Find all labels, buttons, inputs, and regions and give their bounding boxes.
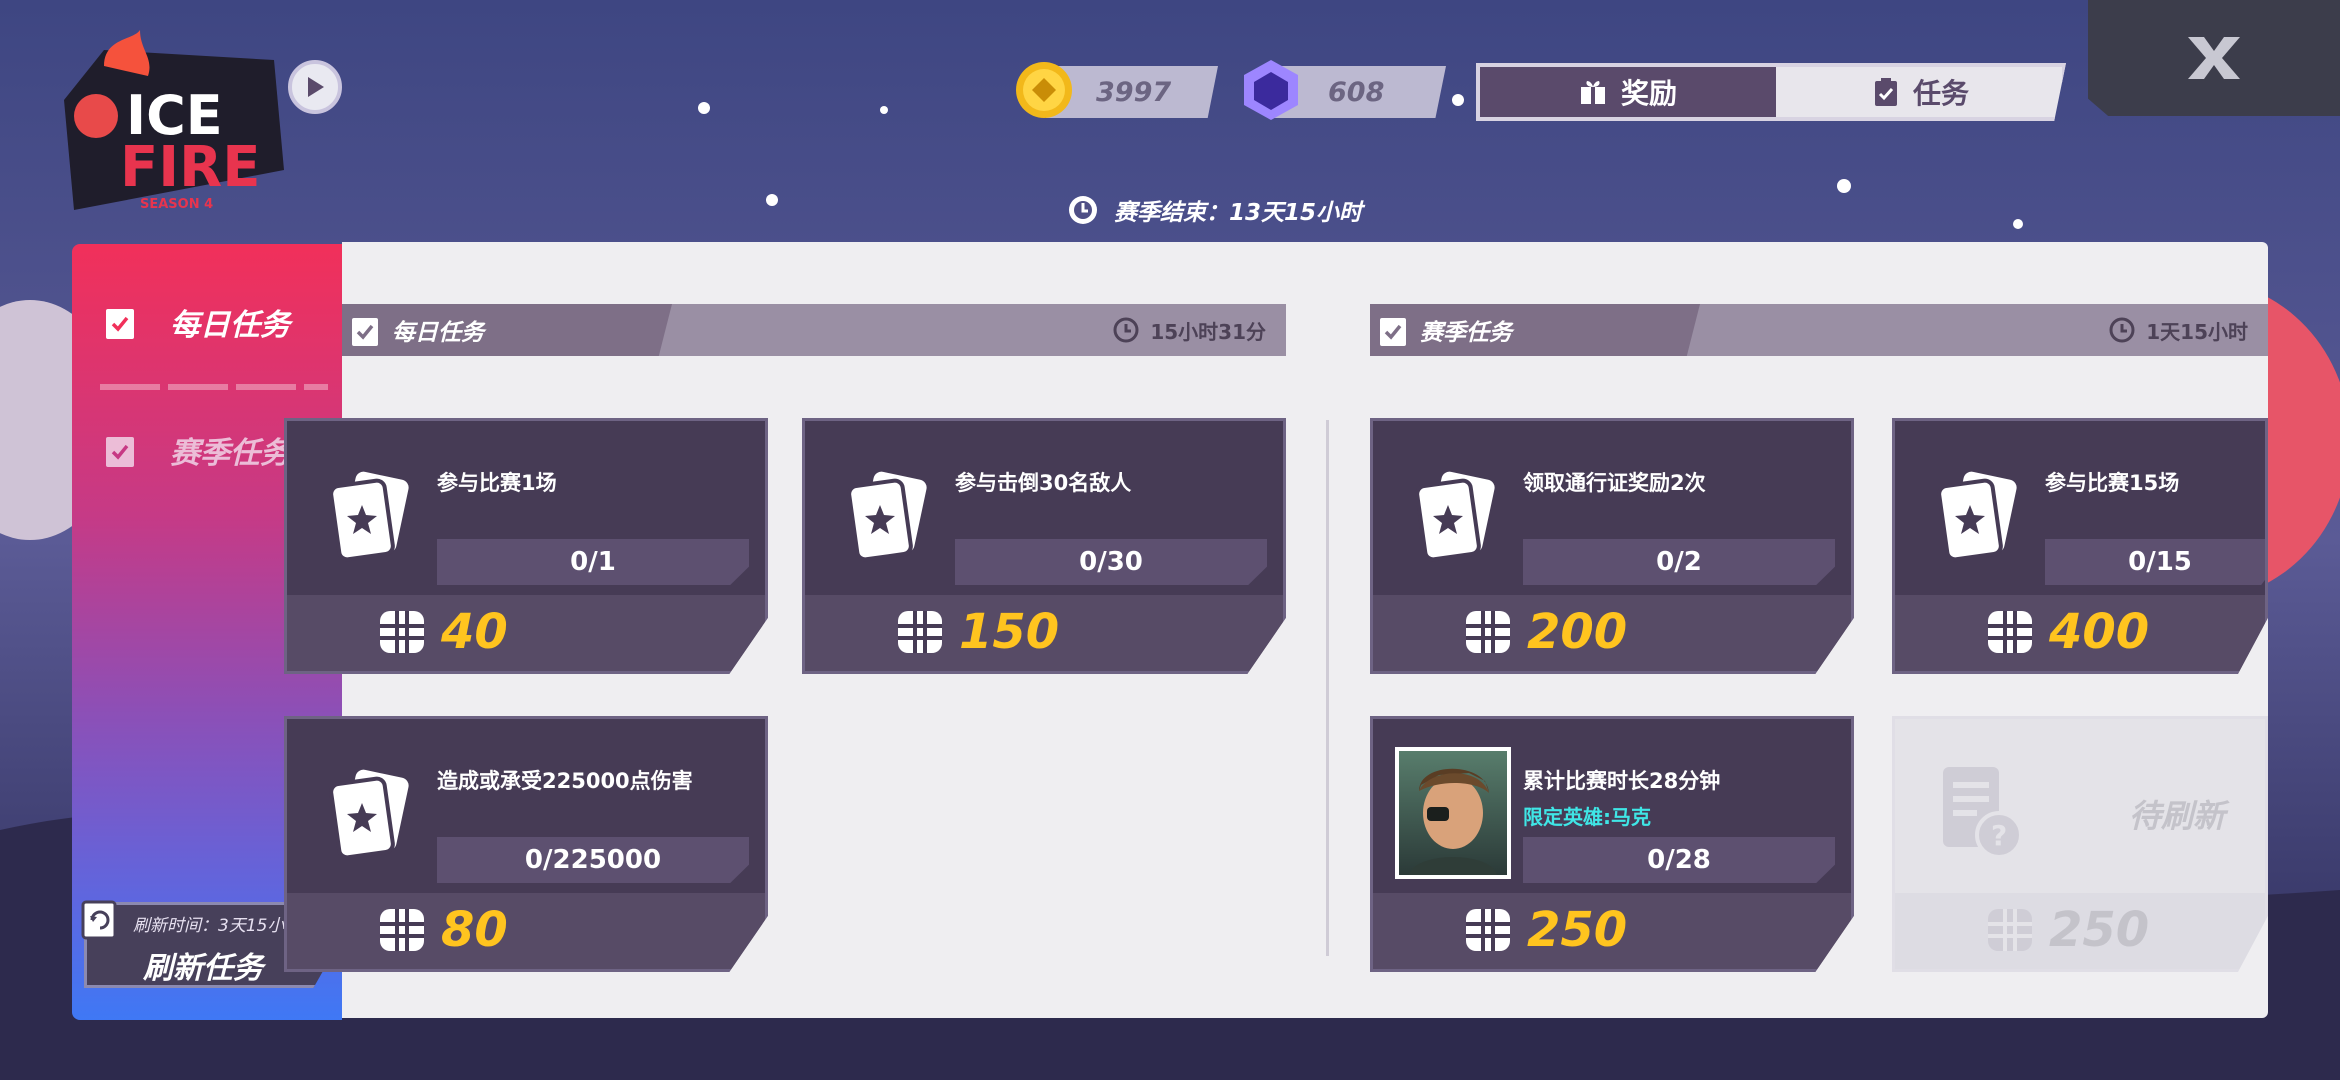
star-card-icon xyxy=(847,471,927,562)
refresh-time: 刷新时间：3天15小时 xyxy=(133,916,302,936)
sidebar-item-season[interactable]: 赛季任务 xyxy=(104,420,290,480)
hero-task-card[interactable]: 累计比赛时长28分钟 限定英雄:马克 0/28 250 xyxy=(1370,716,1854,972)
season-timer: 1天15小时 xyxy=(2108,316,2268,345)
ticket-icon xyxy=(1988,611,2032,653)
reward-band xyxy=(287,595,765,671)
sidebar-item-season-label: 赛季任务 xyxy=(170,436,290,471)
play-icon xyxy=(308,77,324,97)
task-reward: 80 xyxy=(377,901,508,959)
daily-section-title: 每日任务 xyxy=(342,304,672,356)
clock-icon xyxy=(1113,317,1139,343)
season-end-timer: 赛季结束：13天15小时 xyxy=(1066,190,1362,230)
task-reward: 200 xyxy=(1463,603,1627,661)
sidebar-item-daily-label: 每日任务 xyxy=(170,308,290,343)
coin-icon xyxy=(1016,62,1072,118)
task-reward: 150 xyxy=(895,603,1059,661)
task-reward-amount: 80 xyxy=(441,902,508,958)
ice-fire-logo: ICE FIRE SEASON 4 xyxy=(64,30,284,212)
svg-text:SEASON 4: SEASON 4 xyxy=(140,197,213,212)
clipboard-check-icon xyxy=(1380,318,1406,346)
sidebar-item-daily[interactable]: 每日任务 xyxy=(104,292,290,352)
svg-text:?: ? xyxy=(1991,819,2007,852)
clock-icon xyxy=(2109,317,2135,343)
tab-tasks-label: 任务 xyxy=(1912,77,1969,110)
play-button[interactable] xyxy=(288,60,342,114)
star-card-icon xyxy=(329,471,409,562)
gem-icon xyxy=(1244,60,1298,120)
star-card-icon xyxy=(329,769,409,860)
section-divider xyxy=(1326,420,1329,956)
daily-timer-text: 15小时31分 xyxy=(1150,319,1266,344)
gift-icon xyxy=(1580,81,1605,104)
task-reward-amount: 200 xyxy=(1527,604,1628,660)
task-name: 累计比赛时长28分钟 xyxy=(1523,769,1721,793)
hero-reward-label: 限定英雄:马克 xyxy=(1523,805,1651,829)
reward-band xyxy=(287,893,765,969)
star-card-icon xyxy=(1415,471,1495,562)
star-card-icon xyxy=(1937,471,2017,562)
coin-amount: 3997 xyxy=(1096,76,1172,108)
pending-label: 待刷新 xyxy=(2128,797,2225,835)
refresh-clipboard-icon xyxy=(81,900,117,940)
task-name: 参与比赛1场 xyxy=(437,471,557,495)
task-card[interactable]: 领取通行证奖励2次 0/2 200 xyxy=(1370,418,1854,674)
task-reward-amount: 150 xyxy=(959,604,1060,660)
task-name: 参与比赛15场 xyxy=(2045,471,2180,495)
pending-task-card: ? 待刷新 250 xyxy=(1892,716,2268,972)
ticket-icon xyxy=(380,611,424,653)
task-progress: 0/30 xyxy=(955,539,1267,585)
task-card[interactable]: 参与比赛1场 0/1 40 xyxy=(284,418,768,674)
task-progress: 0/15 xyxy=(2045,539,2265,585)
ticket-icon xyxy=(1466,909,1510,951)
task-progress: 0/1 xyxy=(437,539,749,585)
ticket-icon xyxy=(1466,611,1510,653)
clipboard-check-icon xyxy=(1874,78,1897,106)
task-name: 领取通行证奖励2次 xyxy=(1523,471,1706,495)
task-reward: 40 xyxy=(377,603,508,661)
season-section-title: 赛季任务 xyxy=(1370,304,1700,356)
close-icon xyxy=(2188,37,2240,79)
daily-section-header: 每日任务 15小时31分 xyxy=(342,304,1286,356)
task-progress: 0/225000 xyxy=(437,837,749,883)
pending-document-icon: ? xyxy=(1943,767,2023,859)
task-reward: 250 xyxy=(1985,901,2149,959)
ticket-icon xyxy=(1988,909,2032,951)
top-tab-bar: 奖励 任务 xyxy=(1476,63,2066,121)
task-reward: 400 xyxy=(1985,603,2149,661)
gem-amount: 608 xyxy=(1328,76,1385,108)
task-reward-amount: 250 xyxy=(2049,902,2150,958)
task-reward-amount: 400 xyxy=(2049,604,2150,660)
clipboard-check-icon xyxy=(106,309,134,339)
daily-timer: 15小时31分 xyxy=(1112,316,1286,345)
refresh-label: 刷新任务 xyxy=(143,951,263,986)
tab-rewards-label: 奖励 xyxy=(1620,77,1677,110)
close-button[interactable] xyxy=(2088,0,2340,116)
task-progress: 0/28 xyxy=(1523,837,1835,883)
daily-section-title-text: 每日任务 xyxy=(392,320,484,346)
task-card[interactable]: 参与击倒30名敌人 0/30 150 xyxy=(802,418,1286,674)
season-timer-text: 1天15小时 xyxy=(2146,319,2248,344)
clock-icon xyxy=(1069,196,1097,224)
task-card[interactable]: 参与比赛15场 0/15 400 xyxy=(1892,418,2268,674)
task-reward-amount: 250 xyxy=(1527,902,1628,958)
task-name: 参与击倒30名敌人 xyxy=(955,471,1132,495)
tab-tasks[interactable]: 任务 xyxy=(1776,67,2066,117)
season-section-title-text: 赛季任务 xyxy=(1420,320,1512,346)
task-card[interactable]: 造成或承受225000点伤害 0/225000 80 xyxy=(284,716,768,972)
season-end-text: 赛季结束：13天15小时 xyxy=(1114,200,1363,226)
svg-text:FIRE: FIRE xyxy=(120,135,260,200)
clipboard-check-icon xyxy=(106,437,134,467)
ticket-icon xyxy=(380,909,424,951)
season-section-header: 赛季任务 1天15小时 xyxy=(1370,304,2268,356)
hero-avatar-icon xyxy=(1409,768,1497,875)
task-reward: 250 xyxy=(1463,901,1627,959)
task-progress: 0/2 xyxy=(1523,539,1835,585)
task-name: 造成或承受225000点伤害 xyxy=(437,769,693,793)
task-reward-amount: 40 xyxy=(441,604,508,660)
hero-portrait xyxy=(1395,747,1511,879)
tab-rewards[interactable]: 奖励 xyxy=(1480,67,1776,117)
ticket-icon xyxy=(898,611,942,653)
clipboard-check-icon xyxy=(352,318,378,346)
sidebar-divider xyxy=(100,384,328,390)
